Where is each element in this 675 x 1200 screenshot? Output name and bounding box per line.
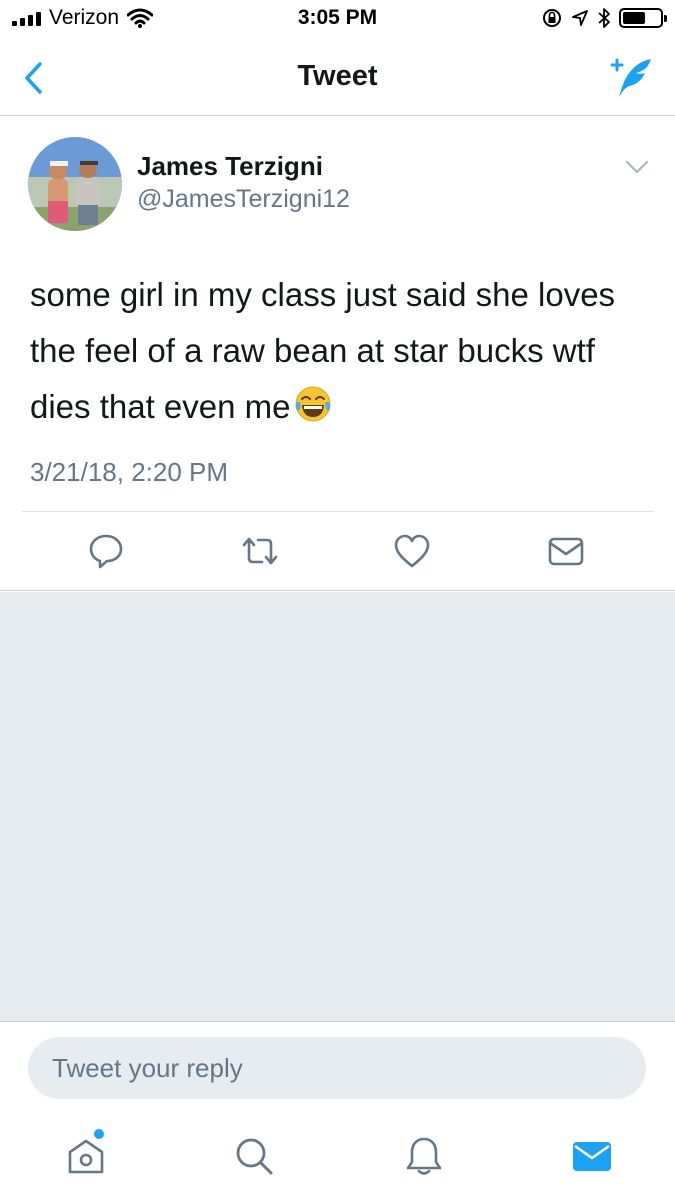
notifications-icon[interactable] xyxy=(402,1134,446,1178)
tears-of-joy-emoji xyxy=(295,386,330,422)
status-right xyxy=(541,6,667,30)
reply-input[interactable] xyxy=(28,1037,646,1099)
status-bar: Verizon 3:05 PM xyxy=(0,0,675,40)
replies-area xyxy=(0,592,675,1022)
chevron-down-icon[interactable] xyxy=(625,159,649,175)
like-icon[interactable] xyxy=(392,531,432,571)
divider xyxy=(22,511,653,512)
tweet-detail: James Terzigni @JamesTerzigni12 some gir… xyxy=(0,117,675,591)
battery-icon xyxy=(619,8,667,28)
tweet-actions xyxy=(0,531,675,571)
page-title: Tweet xyxy=(297,60,378,92)
tweet-text: some girl in my class just said she love… xyxy=(30,267,630,435)
home-notification-dot xyxy=(94,1129,104,1139)
user-handle[interactable]: @JamesTerzigni12 xyxy=(137,185,350,214)
home-icon[interactable] xyxy=(64,1134,108,1178)
navigation-bar: Tweet xyxy=(0,40,675,116)
avatar[interactable] xyxy=(28,137,122,231)
tab-bar xyxy=(0,1116,675,1200)
search-icon[interactable] xyxy=(232,1134,276,1178)
display-name[interactable]: James Terzigni xyxy=(137,151,323,182)
retweet-icon[interactable] xyxy=(240,531,280,571)
battery-level xyxy=(623,12,645,24)
bluetooth-icon xyxy=(598,8,610,28)
avatar-photo xyxy=(28,137,122,231)
reply-icon[interactable] xyxy=(86,531,126,571)
compose-tweet-icon[interactable] xyxy=(609,56,653,100)
tweet-timestamp: 3/21/18, 2:20 PM xyxy=(30,457,229,487)
messages-icon[interactable] xyxy=(570,1134,614,1178)
direct-message-icon[interactable] xyxy=(546,531,586,571)
reply-bar xyxy=(0,1021,675,1116)
rotation-lock-icon xyxy=(543,9,561,27)
location-icon xyxy=(572,10,588,26)
